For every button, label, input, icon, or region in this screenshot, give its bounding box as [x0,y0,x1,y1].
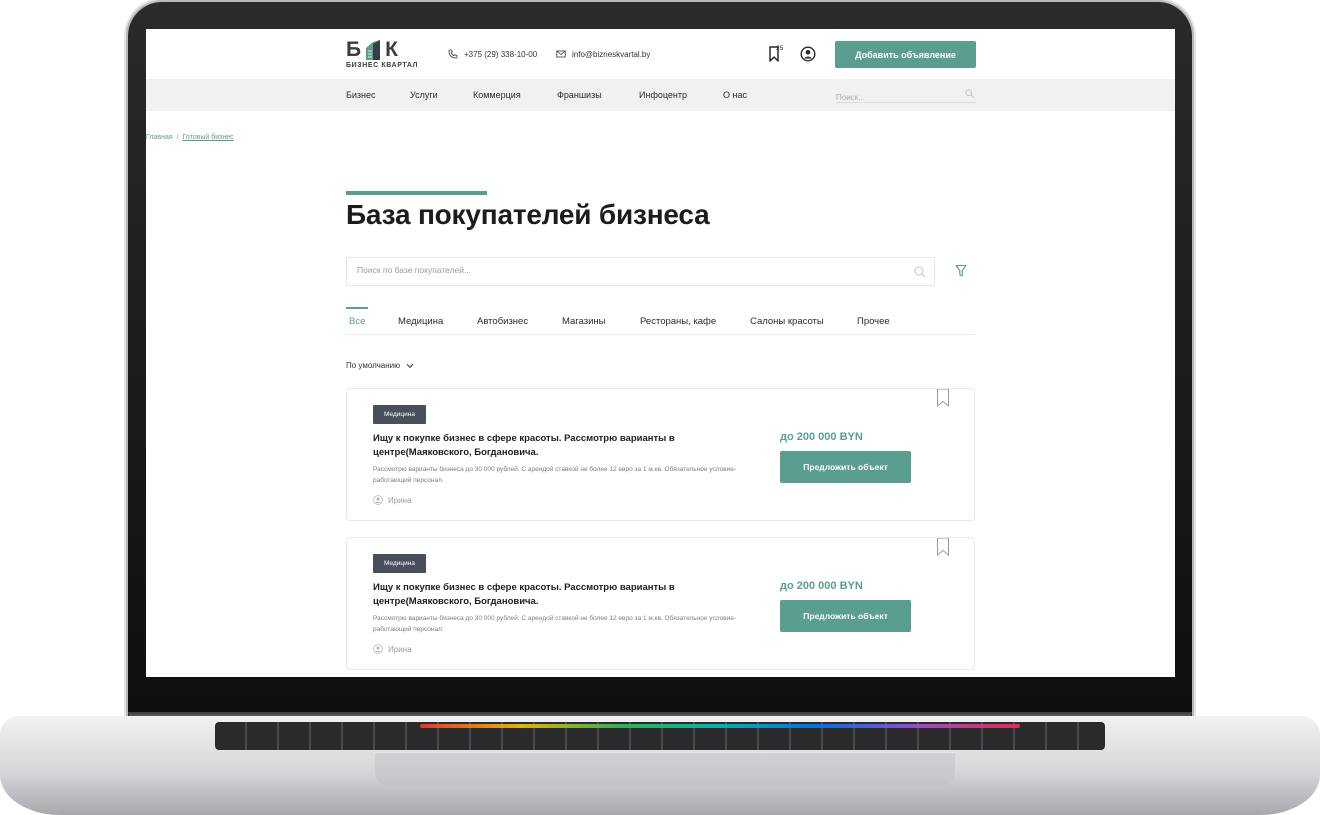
mail-icon [556,50,566,58]
sort-dropdown[interactable]: По умолчанию [346,361,414,370]
website: Б К БИЗНЕС КВАРТАЛ +375 (29) 338-10-00 i… [146,29,1175,677]
logo-letter-k: К [385,38,398,61]
category-badge: Медицина [373,405,426,424]
breadcrumb: Главная / Готовый бизнес [146,134,234,141]
main-nav: Бизнес Услуги Коммерция Франшизы Инфоцен… [146,79,1175,111]
buyers-search-input[interactable] [357,265,897,275]
email-address: info@bizneskvartal.by [572,49,651,59]
offer-object-button[interactable]: Предложить объект [780,451,911,483]
card-price: до 200 000 BYN [780,431,863,443]
card-author: Ирина [373,644,412,654]
card-title[interactable]: Ищу к покупке бизнес в сфере красоты. Ра… [373,432,768,460]
phone-number: +375 (29) 338-10-00 [464,49,538,59]
breadcrumb-home[interactable]: Главная [146,134,173,141]
tab-shops[interactable]: Магазины [562,316,605,327]
nav-search [836,87,976,103]
tab-all[interactable]: Все [349,316,365,327]
nav-item-business[interactable]: Бизнес [346,90,376,100]
tab-restaurants[interactable]: Рестораны, кафе [640,316,716,327]
card-author: Ирина [373,495,412,505]
email-contact[interactable]: info@bizneskvartal.by [556,49,650,59]
touchbar [420,724,1020,728]
card-description: Рассмотрю варианты бизнеса до 30 000 руб… [373,615,737,633]
nav-item-infocenter[interactable]: Инфоцентр [639,90,687,100]
user-profile-icon[interactable] [800,46,816,62]
nav-search-input[interactable] [836,93,956,102]
nav-item-franchises[interactable]: Франшизы [557,90,602,100]
building-icon [366,40,381,60]
sort-label: По умолчанию [346,361,401,370]
trackpad [375,752,955,786]
author-name: Ирина [388,495,412,505]
user-icon [373,495,383,505]
card-title[interactable]: Ищу к покупке бизнес в сфере красоты. Ра… [373,581,768,609]
chevron-down-icon [406,363,414,368]
title-accent-bar [346,191,487,195]
filter-icon[interactable] [955,264,967,278]
tab-beauty-salons[interactable]: Салоны красоты [750,316,824,327]
add-listing-button[interactable]: Добавить объявление [835,41,976,68]
buyer-card: Медицина Ищу к покупке бизнес в сфере кр… [346,388,975,521]
site-logo[interactable]: Б К БИЗНЕС КВАРТАЛ [346,38,420,71]
tab-auto-business[interactable]: Автобизнес [477,316,528,327]
active-tab-indicator [346,307,368,309]
card-description: Рассмотрю варианты бизнеса до 30 000 руб… [373,466,737,484]
bookmarks-count-badge: 25 [776,45,784,52]
user-icon [373,644,383,654]
page-title: База покупателей бизнеса [346,199,710,230]
tab-medicine[interactable]: Медицина [398,316,443,327]
phone-icon [448,49,458,59]
offer-object-button[interactable]: Предложить объект [780,600,911,632]
card-price: до 200 000 BYN [780,580,863,592]
category-badge: Медицина [373,554,426,573]
buyer-card: Медицина Ищу к покупке бизнес в сфере кр… [346,537,975,670]
bookmark-icon[interactable] [936,538,950,556]
nav-item-services[interactable]: Услуги [410,90,438,100]
laptop-screen: Б К БИЗНЕС КВАРТАЛ +375 (29) 338-10-00 i… [146,29,1175,677]
nav-item-about[interactable]: О нас [723,90,747,100]
bookmark-icon[interactable] [936,389,950,407]
logo-mark: Б К [346,38,420,61]
tab-other[interactable]: Прочее [857,316,890,327]
search-icon[interactable] [914,266,926,278]
breadcrumb-separator: / [176,134,179,141]
author-name: Ирина [388,644,412,654]
category-tabs: Все Медицина Автобизнес Магазины Рестора… [346,307,975,335]
logo-letter-b: Б [346,38,362,61]
phone-contact[interactable]: +375 (29) 338-10-00 [448,49,537,59]
site-header: Б К БИЗНЕС КВАРТАЛ +375 (29) 338-10-00 i… [146,29,1175,79]
breadcrumb-current[interactable]: Готовый бизнес [183,134,234,141]
nav-item-commercial[interactable]: Коммерция [473,90,521,100]
buyers-search [346,257,935,286]
logo-subtitle: БИЗНЕС КВАРТАЛ [346,62,419,69]
search-icon[interactable] [965,89,974,98]
